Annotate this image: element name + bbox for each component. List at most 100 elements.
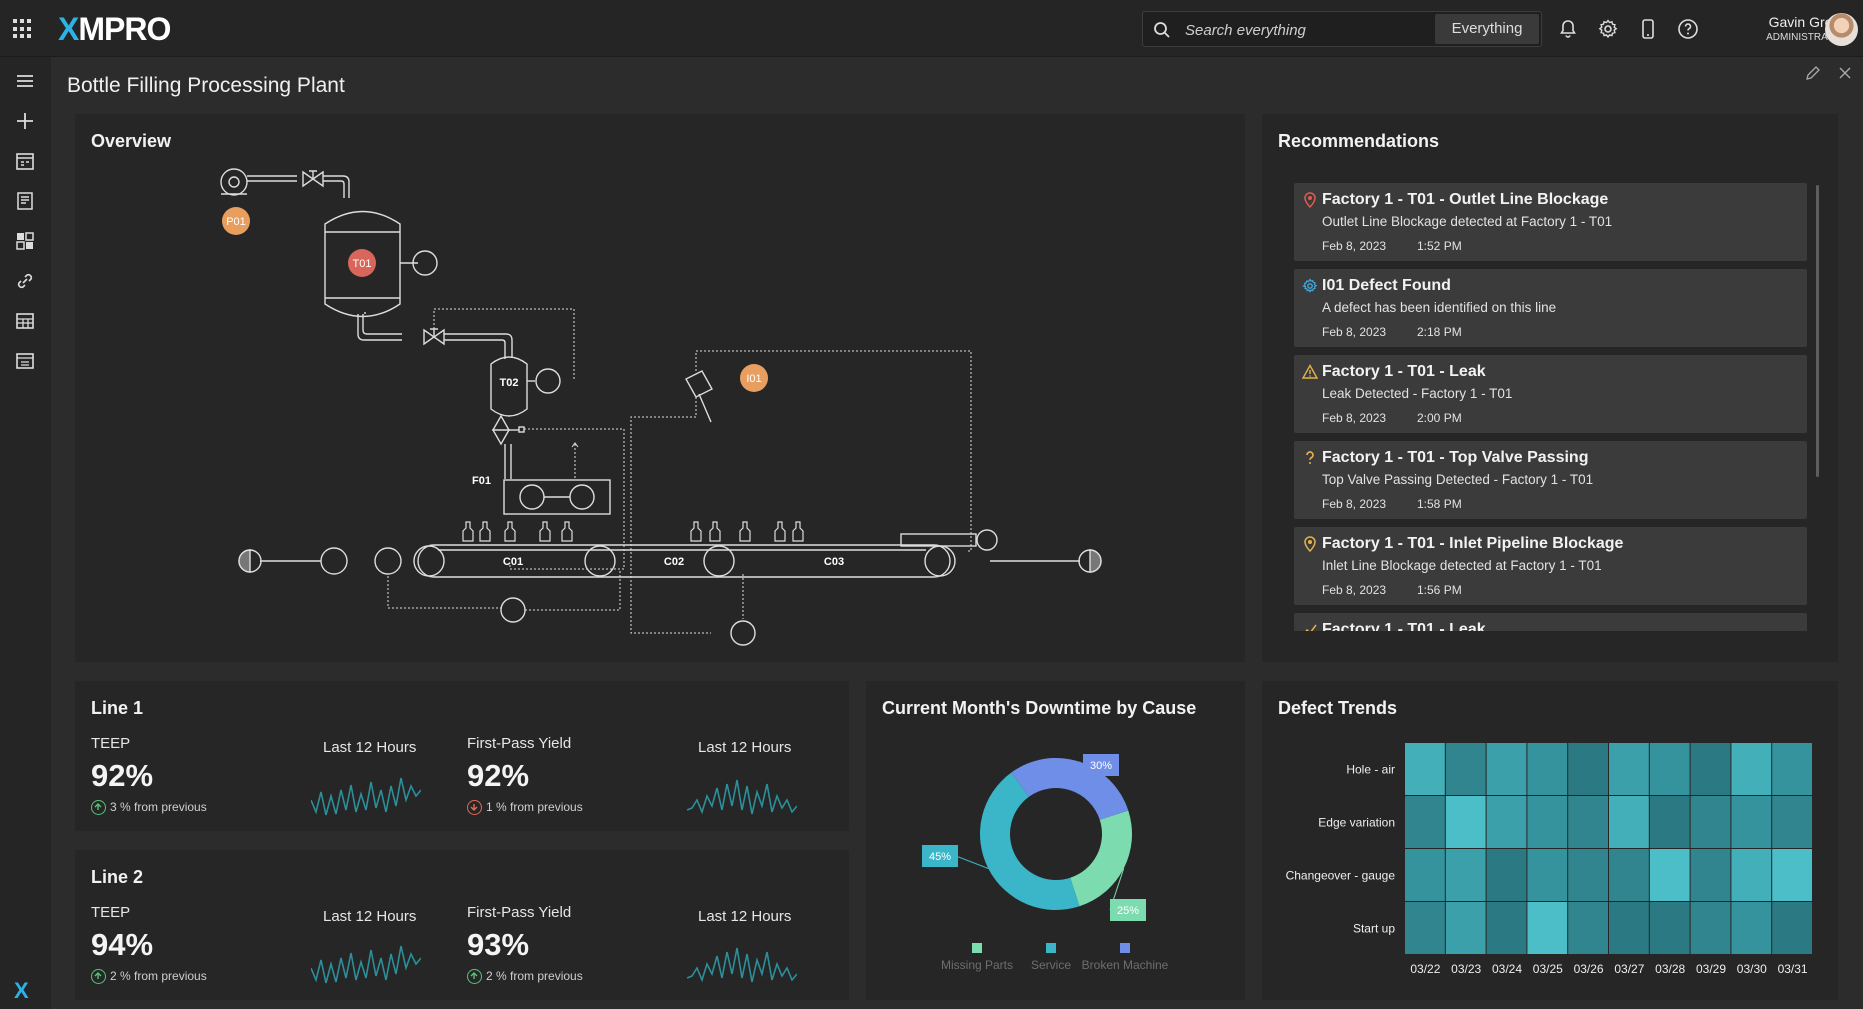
teep-label: TEEP xyxy=(91,735,131,752)
search-bar[interactable]: Search everything Everything xyxy=(1142,11,1542,47)
recommendation-title: Factory 1 - T01 - Top Valve Passing xyxy=(1322,449,1589,466)
recommendation-title: Factory 1 - T01 - Outlet Line Blockage xyxy=(1322,191,1609,208)
menu-icon[interactable] xyxy=(12,68,38,94)
legend-label: Service xyxy=(1031,958,1071,972)
recommendation-item[interactable]: Factory 1 - T01 - Outlet Line Blockage O… xyxy=(1294,183,1807,261)
conveyor[interactable] xyxy=(238,529,1102,646)
legend-label: Broken Machine xyxy=(1082,958,1169,972)
i01-label: I01 xyxy=(746,373,761,385)
footer-logo[interactable]: X xyxy=(14,978,29,1004)
recommendations-list[interactable]: Factory 1 - T01 - Outlet Line Blockage O… xyxy=(1294,183,1807,631)
recommendation-time: 2:18 PM xyxy=(1417,325,1462,339)
sparkline xyxy=(311,777,421,816)
pump-p01[interactable] xyxy=(220,168,350,198)
tank-t02[interactable] xyxy=(490,356,561,479)
recommendation-desc: Top Valve Passing Detected - Factory 1 -… xyxy=(1322,472,1594,487)
notes-icon[interactable] xyxy=(12,188,38,214)
location-warning-icon xyxy=(1304,536,1316,552)
heatmap-cell xyxy=(1527,796,1568,848)
recommendations-scrollbar[interactable] xyxy=(1816,185,1819,477)
recommendation-date: Feb 8, 2023 xyxy=(1322,497,1387,511)
x-tick-label: 03/29 xyxy=(1696,962,1726,976)
recommendation-item[interactable]: Factory 1 - T01 - Top Valve Passing Top … xyxy=(1294,441,1807,519)
grid-icon[interactable] xyxy=(12,308,38,334)
x-tick-label: 03/22 xyxy=(1410,962,1440,976)
donut-slice xyxy=(1070,810,1132,907)
heatmap-cell xyxy=(1405,796,1445,848)
teep-change: 2 % from previous xyxy=(91,969,207,984)
y-tick-label: Start up xyxy=(1353,922,1395,936)
sidebar: X xyxy=(0,57,51,1009)
warning-icon xyxy=(1302,364,1318,379)
top-bar: XMPRO Search everything Everything Gavin… xyxy=(0,0,1863,57)
heatmap-cell xyxy=(1486,849,1527,901)
recommendation-time: 1:56 PM xyxy=(1417,583,1462,597)
heatmap-cell xyxy=(1405,902,1445,954)
data-label: 25% xyxy=(1117,905,1139,917)
heatmap-cell xyxy=(1609,849,1649,901)
data-label: 45% xyxy=(929,851,951,863)
legend-swatch xyxy=(1046,943,1056,953)
fpy-change-text: 2 % from previous xyxy=(486,969,583,983)
app-logo[interactable]: XMPRO xyxy=(58,11,171,48)
dashboard-icon[interactable] xyxy=(12,228,38,254)
recommendation-time: 2:00 PM xyxy=(1417,411,1462,425)
recommendation-date: Feb 8, 2023 xyxy=(1322,411,1387,425)
recommendation-title: Factory 1 - T01 - Leak xyxy=(1322,363,1486,380)
recommendations-title: Recommendations xyxy=(1278,131,1440,151)
c02-label: C02 xyxy=(664,556,684,568)
heatmap-cell xyxy=(1405,743,1445,795)
help-icon[interactable] xyxy=(1676,17,1700,41)
recommendation-item[interactable]: Factory 1 - T01 - Leak xyxy=(1294,613,1807,631)
y-tick-label: Hole - air xyxy=(1346,763,1395,777)
calendar-icon[interactable] xyxy=(12,148,38,174)
period-label: Last 12 Hours xyxy=(323,908,417,925)
legend-swatch xyxy=(1120,943,1130,953)
heatmap-cell xyxy=(1772,849,1812,901)
label-leader xyxy=(955,855,989,869)
link-icon[interactable] xyxy=(12,268,38,294)
recommendation-desc: Inlet Line Blockage detected at Factory … xyxy=(1322,558,1602,573)
heatmap-cell xyxy=(1649,743,1690,795)
heatmap-cell xyxy=(1609,743,1649,795)
heatmap-cell xyxy=(1568,849,1608,901)
heatmap-cell xyxy=(1486,796,1527,848)
heatmap-cell xyxy=(1690,849,1731,901)
table-icon[interactable] xyxy=(12,348,38,374)
heatmap-cell xyxy=(1445,902,1486,954)
recommendation-item[interactable]: Factory 1 - T01 - Inlet Pipeline Blockag… xyxy=(1294,527,1807,605)
sensor-i01[interactable] xyxy=(630,350,972,634)
heatmap-cell xyxy=(1690,796,1731,848)
p01-label: P01 xyxy=(226,216,246,228)
gear-icon[interactable] xyxy=(1596,17,1620,41)
logo-x: X xyxy=(58,11,79,47)
recommendation-item[interactable]: I01 Defect Found A defect has been ident… xyxy=(1294,269,1807,347)
heatmap-cell xyxy=(1772,796,1812,848)
recommendation-item[interactable]: Factory 1 - T01 - Leak Leak Detected - F… xyxy=(1294,355,1807,433)
avatar[interactable] xyxy=(1825,13,1858,46)
x-tick-label: 03/31 xyxy=(1778,962,1808,976)
recommendation-title: Factory 1 - T01 - Inlet Pipeline Blockag… xyxy=(1322,535,1624,552)
down-arrow-icon xyxy=(467,800,482,815)
overview-card: Overview P01 T01 T02 F01 I01 C01 C02 C03 xyxy=(75,114,1245,662)
search-input[interactable]: Search everything xyxy=(1185,22,1306,39)
tank-t01[interactable] xyxy=(324,210,513,360)
search-scope-dropdown[interactable]: Everything xyxy=(1435,14,1539,44)
fpy-value: 92% xyxy=(467,758,530,793)
close-icon[interactable] xyxy=(1836,64,1854,82)
recommendation-desc: Leak Detected - Factory 1 - T01 xyxy=(1322,386,1513,401)
x-tick-label: 03/26 xyxy=(1574,962,1604,976)
bell-icon[interactable] xyxy=(1556,17,1580,41)
x-tick-label: 03/25 xyxy=(1533,962,1563,976)
x-tick-label: 03/30 xyxy=(1737,962,1767,976)
edit-icon[interactable] xyxy=(1804,64,1822,82)
filler-f01[interactable] xyxy=(503,479,611,515)
heatmap-cell xyxy=(1772,743,1812,795)
fpy-change: 1 % from previous xyxy=(467,800,583,815)
add-icon[interactable] xyxy=(12,108,38,134)
recommendation-time: 1:58 PM xyxy=(1417,497,1462,511)
apps-grid-icon[interactable] xyxy=(13,19,33,39)
heatmap-cell xyxy=(1731,743,1772,795)
mobile-icon[interactable] xyxy=(1636,17,1660,41)
downtime-donut-chart: 25% 45% 30% Missing Parts Service Broken Mach… xyxy=(922,754,1169,972)
